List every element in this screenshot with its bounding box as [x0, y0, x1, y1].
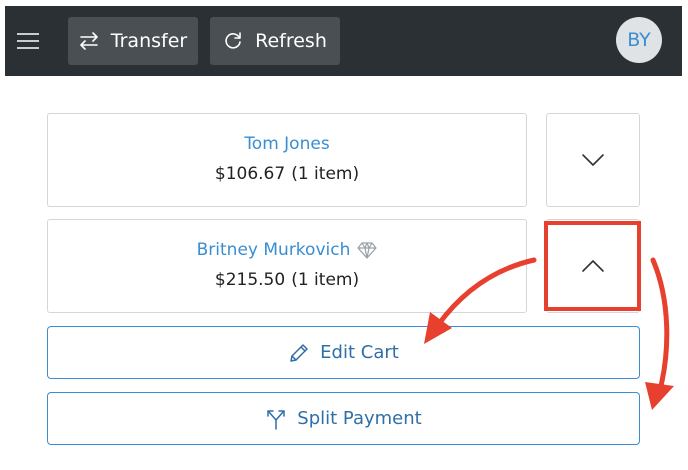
cart-customer-name[interactable]: Tom Jones: [48, 134, 526, 154]
customer-name-link[interactable]: Britney Murkovich: [197, 240, 351, 260]
customer-name-link[interactable]: Tom Jones: [244, 134, 329, 154]
top-bar: Transfer Refresh BY: [5, 6, 682, 76]
refresh-button[interactable]: Refresh: [210, 17, 340, 65]
cart-card[interactable]: Tom Jones $106.67 (1 item): [47, 113, 527, 207]
transfer-button[interactable]: Transfer: [68, 17, 198, 65]
transfer-label: Transfer: [110, 30, 188, 52]
cart-total: $215.50 (1 item): [48, 270, 526, 290]
refresh-icon: [225, 32, 241, 49]
edit-cart-button[interactable]: Edit Cart: [47, 326, 640, 379]
edit-cart-label: Edit Cart: [320, 342, 399, 363]
annotation-arrow-to-split-payment: [650, 257, 670, 393]
refresh-label: Refresh: [255, 30, 327, 52]
arrowhead-split-payment: [645, 382, 674, 410]
split-arrow-icon: [267, 409, 286, 430]
avatar-initials: BY: [627, 29, 651, 51]
cart-customer-name[interactable]: Britney Murkovich: [48, 240, 526, 260]
cart-total-amount: $215.50: [214, 270, 286, 290]
avatar[interactable]: BY: [616, 17, 662, 63]
collapse-cart-button[interactable]: [546, 219, 640, 313]
expand-cart-button[interactable]: [546, 113, 640, 207]
cart-card[interactable]: Britney Murkovich $215.50 (1 item): [47, 219, 527, 313]
cart-total-amount: $106.67: [214, 164, 286, 184]
cart-item-count: (1 item): [291, 164, 360, 184]
split-payment-label: Split Payment: [297, 408, 422, 429]
hamburger-icon[interactable]: [17, 33, 39, 49]
cart-item-count: (1 item): [291, 270, 360, 290]
swap-arrows-icon: [79, 32, 98, 50]
pencil-icon: [290, 343, 308, 362]
split-payment-button[interactable]: Split Payment: [47, 392, 640, 445]
chevron-down-icon: [582, 154, 604, 166]
chevron-up-icon: [582, 260, 604, 272]
diamond-icon: [357, 241, 377, 259]
cart-total: $106.67 (1 item): [48, 164, 526, 184]
